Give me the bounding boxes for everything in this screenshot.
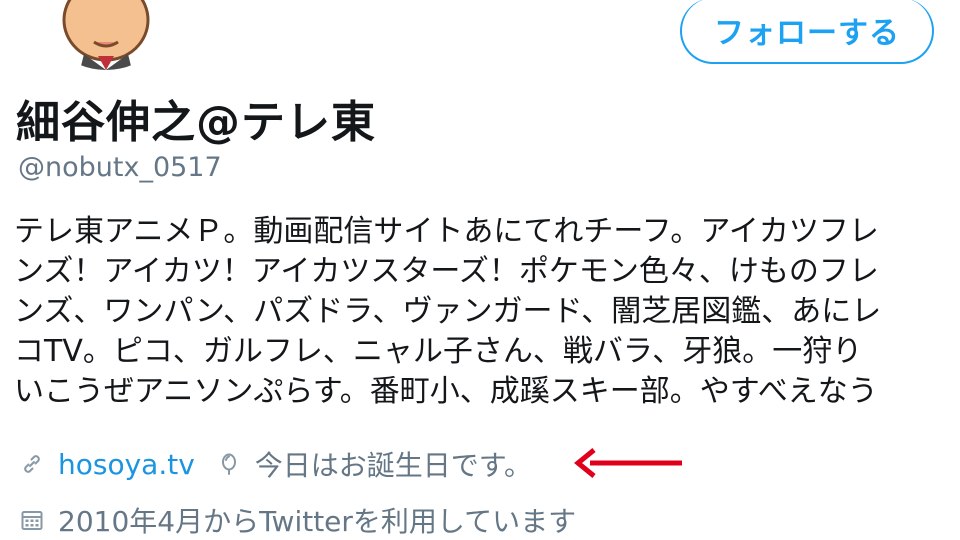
profile-meta-row: hosoya.tv 今日はお誕生日です。	[18, 442, 532, 486]
display-name: 細谷伸之@テレ東	[16, 97, 376, 148]
bio-line: コTV。ピコ、ガルフレ、ニャル子さん、戦バラ、牙狼。一狩り	[14, 334, 863, 369]
red-arrow-icon	[574, 448, 682, 478]
profile-bio: テレ東アニメＰ。動画配信サイトあにてれチーフ。アイカツフレ ンズ！アイカツ！アイ…	[14, 212, 949, 412]
bio-line: テレ東アニメＰ。動画配信サイトあにてれチーフ。アイカツフレ	[14, 214, 879, 249]
profile-page: フォローする 細谷伸之@テレ東 @nobutx_0517 テレ東アニメＰ。動画配…	[0, 0, 960, 540]
birthday-text: 今日はお誕生日です。	[254, 449, 532, 482]
website-link[interactable]: hosoya.tv	[58, 448, 195, 481]
bio-line: ンズ！アイカツ！アイカツスターズ！ポケモン色々、けものフレ	[14, 254, 879, 289]
bio-line: いこうぜアニソンぷらす。番町小、成蹊スキー部。やすべえなう	[14, 374, 878, 409]
balloon-icon	[215, 450, 243, 478]
bio-line: ンズ、ワンパン、パズドラ、ヴァンガード、闇芝居図鑑、あにレ	[14, 294, 882, 329]
link-icon	[18, 450, 46, 478]
avatar-illustration-icon	[36, 0, 176, 70]
avatar[interactable]	[36, 0, 176, 70]
calendar-icon	[18, 506, 46, 534]
joined-date-row: 2010年4月からTwitterを利用しています	[18, 500, 576, 540]
user-handle: @nobutx_0517	[18, 152, 222, 183]
follow-button[interactable]: フォローする	[680, 0, 934, 64]
joined-date-text: 2010年4月からTwitterを利用しています	[58, 505, 577, 538]
